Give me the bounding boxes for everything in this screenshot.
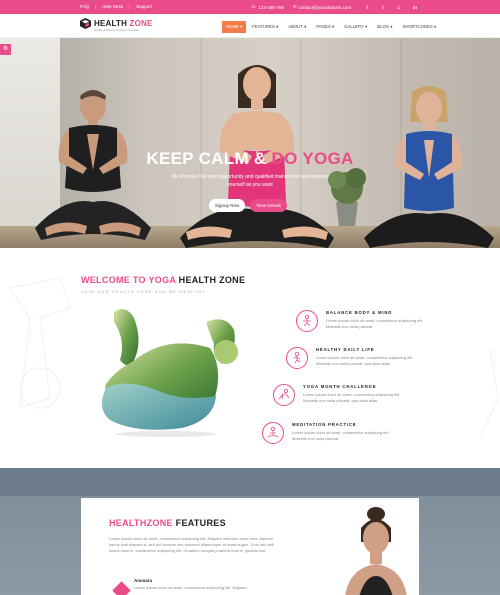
welcome-subtitle: JOIN OUR HEALTH ZONE AND BE HEALTHY. [81,289,208,294]
phone-number: 123-456-789 [258,4,284,10]
feature-list-description: Lorem ipsum dolor sit amet, consectetur … [134,585,247,590]
challenge-glyph [278,388,290,400]
yoga-pose-image [101,309,238,437]
feature-title: YOGA MONTH CHALLENGE [303,384,377,389]
feature-description: Lorem ipsum dolor sit amet, consectetur … [326,318,424,329]
top-bar: FAQ | Help Desk | Support ☏ 123-456-789 … [0,0,500,14]
feature-title: MEDITATION PRACTICE [292,422,357,427]
instagram-icon[interactable]: ◘ [396,5,402,10]
features-title: HEALTHZONE FEATURES [109,518,226,528]
top-contact: ☏ 123-456-789 ✉ contact@yourdomain.com f… [251,4,418,10]
feature-item: HEALTHY DAILY LIFE Lorem ipsum dolor sit… [286,347,426,369]
brand-name: HEALTH ZONE [94,19,153,28]
phone-contact[interactable]: ☏ 123-456-789 [251,4,284,10]
trainer-woman-image [345,507,407,595]
nav-features-label: FEATURES [252,24,275,29]
view-details-button[interactable]: View Details [250,199,287,212]
features-paragraph: Lorem ipsum dolor sit amet, consectetur … [109,536,274,553]
hero-title-white: KEEP CALM & [146,149,272,168]
nav-blog[interactable]: BLOG ▾ [373,21,396,33]
social-links: f t ◘ in [364,5,418,10]
gear-icon: ⚙ [2,46,9,52]
feature-title: HEALTHY DAILY LIFE [316,347,375,352]
feature-text: BALANCE BODY & MIND Lorem ipsum dolor si… [326,310,436,332]
feature-text: HEALTHY DAILY LIFE Lorem ipsum dolor sit… [316,347,426,369]
site-logo[interactable]: HEALTH ZONE Health & Beauty Fitness Temp… [80,18,153,32]
signup-button[interactable]: Signup Now [209,199,246,212]
hero-buttons: Signup Now View Details [209,199,287,212]
settings-tab[interactable]: ⚙ [0,44,11,55]
welcome-section: WELCOME TO YOGA HEALTH ZONE JOIN OUR HEA… [0,248,500,468]
nav-about-label: ABOUT [288,24,303,29]
divider: | [95,4,97,9]
healthy-life-glyph [293,351,301,364]
diamond-icon [112,581,131,595]
feature-item: BALANCE BODY & MIND Lorem ipsum dolor si… [296,310,436,332]
phone-icon: ☏ [250,4,257,9]
feature-description: Lorem ipsum dolor sit amet, consectetur … [303,392,401,403]
nav-shortcodes-label: SHORTCODES [402,24,433,29]
email-contact[interactable]: ✉ contact@yourdomain.com [293,4,351,10]
top-links: FAQ | Help Desk | Support [80,4,152,9]
features-title-dark: FEATURES [172,518,226,528]
nav-about[interactable]: ABOUT ▾ [284,21,310,33]
balance-icon [296,310,318,332]
feature-description: Lorem ipsum dolor sit amet, consectetur … [316,355,414,366]
nav-pages-label: PAGES [316,24,331,29]
hero-slider: ⚙ KEEP CALM & DO YOGA We Provide Our bes… [0,38,500,248]
brand-name-part2: ZONE [129,19,153,28]
features-band [0,468,500,496]
logo-icon [80,18,91,29]
nav-gallery-label: GALLERY [344,24,364,29]
feature-text: YOGA MONTH CHALLENGE Lorem ipsum dolor s… [303,384,413,406]
welcome-title-dark: HEALTH ZONE [175,275,246,285]
divider: | [128,4,131,9]
hero-title-pink: DO YOGA [271,149,354,168]
twitter-icon[interactable]: t [380,5,386,10]
brand-name-part1: HEALTH [94,19,128,28]
welcome-title-pink: WELCOME TO YOGA [81,275,176,285]
balance-glyph [303,314,311,327]
facebook-icon[interactable]: f [364,5,370,10]
features-card: HEALTHZONE FEATURES Lorem ipsum dolor si… [81,498,419,595]
feature-item: MEDITATION PRACTICE Lorem ipsum dolor si… [262,422,402,444]
brand-tagline: Health & Beauty Fitness Template [94,28,140,32]
features-title-pink: HEALTHZONE [109,518,173,528]
welcome-title: WELCOME TO YOGA HEALTH ZONE [81,275,245,285]
main-nav: HOME ▾ FEATURES ▾ ABOUT ▾ PAGES ▾ GALLER… [222,21,440,33]
linkedin-icon[interactable]: in [412,5,418,10]
nav-home-label: HOME [226,24,239,29]
feature-description: Lorem ipsum dolor sit amet, consectetur … [292,430,390,441]
feature-list-title: Anusara [134,578,153,583]
site-header: HEALTH ZONE Health & Beauty Fitness Temp… [0,14,500,38]
ghost-figure-left [9,277,71,409]
nav-blog-label: BLOG [377,24,390,29]
nav-features[interactable]: FEATURES ▾ [248,21,282,33]
email-icon: ✉ [292,4,297,9]
feature-list-text: Anusara Lorem ipsum dolor sit amet, cons… [134,578,284,595]
nav-shortcodes[interactable]: SHORTCODES ▾ [399,21,441,33]
help-desk-link[interactable]: Help Desk [102,4,123,9]
challenge-icon [273,384,295,406]
feature-item: YOGA MONTH CHALLENGE Lorem ipsum dolor s… [273,384,413,406]
feature-title: BALANCE BODY & MIND [326,310,393,315]
ghost-figure-right [479,347,499,439]
nav-gallery[interactable]: GALLERY ▾ [340,21,371,33]
support-link[interactable]: Support [136,4,152,9]
meditation-icon [262,422,284,444]
faq-link[interactable]: FAQ [80,4,89,9]
hero-title: KEEP CALM & DO YOGA [0,149,500,169]
hero-subtitle: We Provide Our best opportunity and qual… [171,174,329,188]
feature-text: MEDITATION PRACTICE Lorem ipsum dolor si… [292,422,402,444]
meditation-glyph [267,426,279,438]
email-address: contact@yourdomain.com [298,4,351,10]
healthy-life-icon [286,347,308,369]
nav-home[interactable]: HOME ▾ [222,21,247,33]
features-section: HEALTHZONE FEATURES Lorem ipsum dolor si… [0,468,500,595]
nav-pages[interactable]: PAGES ▾ [312,21,338,33]
feature-list-item: Anusara Lorem ipsum dolor sit amet, cons… [112,578,284,595]
